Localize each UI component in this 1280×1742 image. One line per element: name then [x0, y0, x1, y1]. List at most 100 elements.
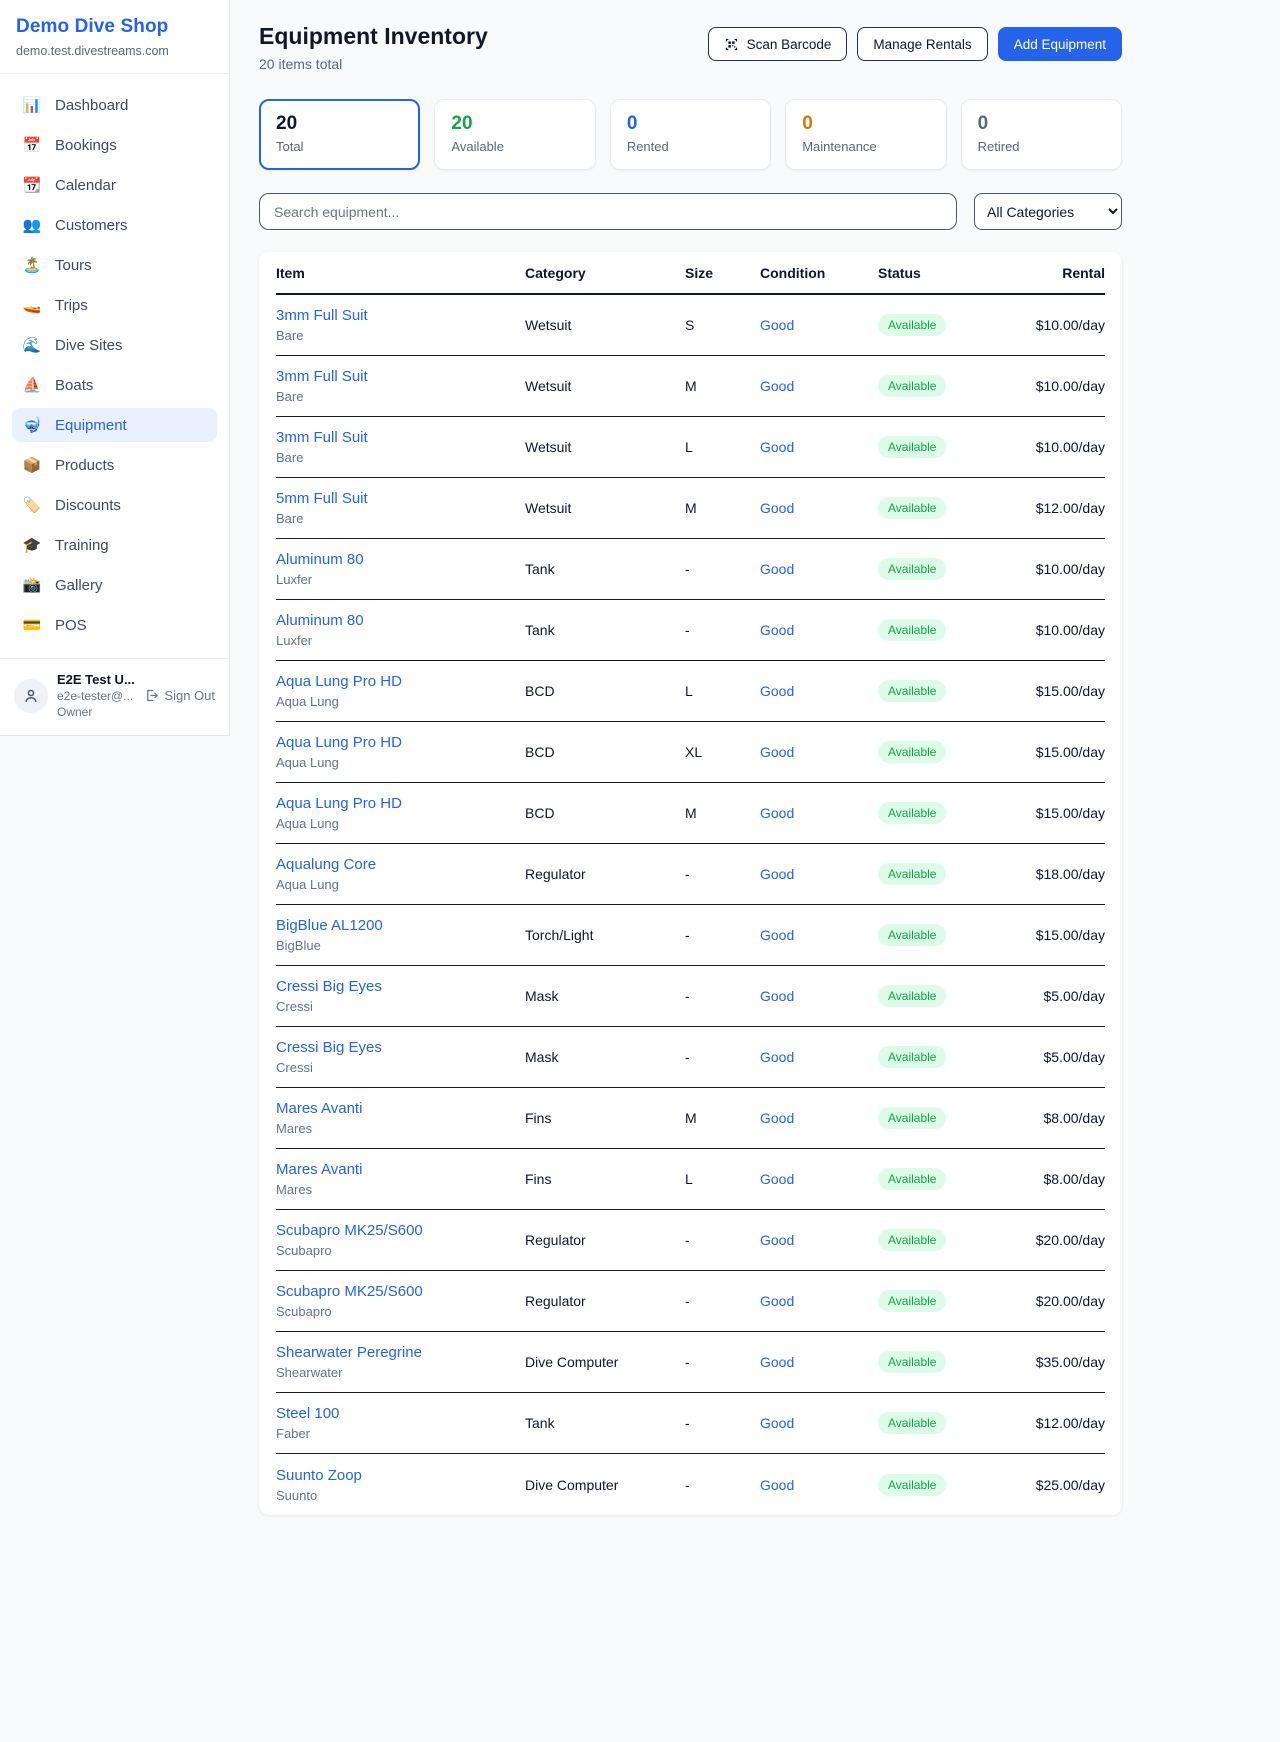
sidebar-item-trips[interactable]: 🚤 Trips — [12, 288, 217, 322]
sidebar-item-products[interactable]: 📦Products — [12, 448, 217, 482]
rental-price: $8.00/day — [1019, 1110, 1105, 1126]
scan-barcode-button[interactable]: Scan Barcode — [708, 27, 848, 61]
sidebar-item-discounts[interactable]: 🏷️Discounts — [12, 488, 217, 522]
item-cell: Scubapro MK25/S600Scubapro — [276, 1222, 525, 1258]
item-name-link[interactable]: Aqualung Core — [276, 856, 525, 873]
size-cell: - — [685, 1049, 760, 1065]
condition-link[interactable]: Good — [760, 988, 878, 1004]
item-name-link[interactable]: Suunto Zoop — [276, 1467, 525, 1484]
status-badge: Available — [878, 375, 946, 397]
condition-link[interactable]: Good — [760, 439, 878, 455]
sidebar-item-boats[interactable]: ⛵Boats — [12, 368, 217, 402]
tear-off-calendar-icon: 📆 — [22, 176, 42, 194]
sidebar-item-label: Dashboard — [55, 97, 128, 114]
item-name-link[interactable]: Cressi Big Eyes — [276, 978, 525, 995]
stat-card-retired[interactable]: 0Retired — [961, 99, 1122, 170]
stat-card-rented[interactable]: 0Rented — [610, 99, 771, 170]
condition-link[interactable]: Good — [760, 683, 878, 699]
condition-link[interactable]: Good — [760, 500, 878, 516]
table-row: 3mm Full SuitBareWetsuitLGoodAvailable$1… — [276, 417, 1105, 478]
sidebar-item-equipment[interactable]: 🤿Equipment — [12, 408, 217, 442]
item-name-link[interactable]: Scubapro MK25/S600 — [276, 1222, 525, 1239]
condition-link[interactable]: Good — [760, 1477, 878, 1493]
sidebar-item-training[interactable]: 🎓Training — [12, 528, 217, 562]
condition-link[interactable]: Good — [760, 866, 878, 882]
stat-label: Rented — [627, 139, 754, 154]
user-name: E2E Test U... — [57, 672, 135, 687]
speedboat-icon: 🚤 — [22, 296, 42, 314]
condition-link[interactable]: Good — [760, 622, 878, 638]
user-info: E2E Test U... e2e-tester@... Owner — [57, 672, 135, 719]
item-brand: Shearwater — [276, 1365, 525, 1380]
add-equipment-button[interactable]: Add Equipment — [998, 27, 1122, 61]
sidebar-item-label: Bookings — [55, 137, 117, 154]
condition-link[interactable]: Good — [760, 805, 878, 821]
item-name-link[interactable]: BigBlue AL1200 — [276, 917, 525, 934]
manage-rentals-button[interactable]: Manage Rentals — [857, 27, 987, 61]
condition-link[interactable]: Good — [760, 1110, 878, 1126]
item-name-link[interactable]: Scubapro MK25/S600 — [276, 1283, 525, 1300]
item-name-link[interactable]: Aluminum 80 — [276, 612, 525, 629]
category-select[interactable]: All Categories — [974, 193, 1122, 230]
stat-card-total[interactable]: 20Total — [259, 99, 420, 170]
status-badge: Available — [878, 1290, 946, 1312]
condition-link[interactable]: Good — [760, 1049, 878, 1065]
sidebar-item-bookings[interactable]: 📅Bookings — [12, 128, 217, 162]
item-name-link[interactable]: Mares Avanti — [276, 1100, 525, 1117]
stat-value: 20 — [451, 113, 578, 135]
item-name-link[interactable]: 3mm Full Suit — [276, 307, 525, 324]
stat-card-maintenance[interactable]: 0Maintenance — [785, 99, 946, 170]
table-row: Suunto ZoopSuuntoDive Computer-GoodAvail… — [276, 1454, 1105, 1515]
condition-link[interactable]: Good — [760, 317, 878, 333]
item-cell: Aqua Lung Pro HDAqua Lung — [276, 734, 525, 770]
sidebar-item-customers[interactable]: 👥Customers — [12, 208, 217, 242]
condition-link[interactable]: Good — [760, 378, 878, 394]
sign-out-label: Sign Out — [164, 688, 215, 703]
item-name-link[interactable]: Mares Avanti — [276, 1161, 525, 1178]
condition-link[interactable]: Good — [760, 1415, 878, 1431]
condition-link[interactable]: Good — [760, 561, 878, 577]
status-cell: Available — [878, 1107, 1019, 1129]
rental-price: $15.00/day — [1019, 805, 1105, 821]
category-cell: BCD — [525, 683, 685, 699]
sidebar-item-pos[interactable]: 💳POS — [12, 608, 217, 642]
item-name-link[interactable]: Shearwater Peregrine — [276, 1344, 525, 1361]
status-badge: Available — [878, 680, 946, 702]
item-cell: Mares AvantiMares — [276, 1161, 525, 1197]
stat-value: 0 — [802, 113, 929, 135]
item-name-link[interactable]: 3mm Full Suit — [276, 368, 525, 385]
condition-link[interactable]: Good — [760, 1293, 878, 1309]
brand-name[interactable]: Demo Dive Shop — [16, 16, 213, 38]
item-brand: BigBlue — [276, 938, 525, 953]
item-name-link[interactable]: Aqua Lung Pro HD — [276, 673, 525, 690]
sidebar-item-gallery[interactable]: 📸Gallery — [12, 568, 217, 602]
sidebar-item-label: Trips — [55, 297, 88, 314]
item-name-link[interactable]: Aqua Lung Pro HD — [276, 734, 525, 751]
item-name-link[interactable]: Aqua Lung Pro HD — [276, 795, 525, 812]
table-row: Mares AvantiMaresFinsMGoodAvailable$8.00… — [276, 1088, 1105, 1149]
stats-row: 20Total20Available0Rented0Maintenance0Re… — [259, 99, 1122, 170]
item-name-link[interactable]: 5mm Full Suit — [276, 490, 525, 507]
size-cell: - — [685, 1477, 760, 1493]
condition-link[interactable]: Good — [760, 744, 878, 760]
sidebar-item-label: Customers — [55, 217, 128, 234]
sidebar-item-dive-sites[interactable]: 🌊Dive Sites — [12, 328, 217, 362]
category-cell: Mask — [525, 988, 685, 1004]
item-name-link[interactable]: Cressi Big Eyes — [276, 1039, 525, 1056]
search-input[interactable] — [259, 193, 957, 230]
item-name-link[interactable]: Aluminum 80 — [276, 551, 525, 568]
item-name-link[interactable]: 3mm Full Suit — [276, 429, 525, 446]
condition-link[interactable]: Good — [760, 927, 878, 943]
sidebar-item-dashboard[interactable]: 📊Dashboard — [12, 88, 217, 122]
stat-card-available[interactable]: 20Available — [434, 99, 595, 170]
sign-out-button[interactable]: Sign Out — [144, 688, 215, 703]
category-cell: Mask — [525, 1049, 685, 1065]
condition-link[interactable]: Good — [760, 1232, 878, 1248]
item-name-link[interactable]: Steel 100 — [276, 1405, 525, 1422]
condition-link[interactable]: Good — [760, 1354, 878, 1370]
sidebar-item-calendar[interactable]: 📆Calendar — [12, 168, 217, 202]
label-tag-icon: 🏷️ — [22, 496, 42, 514]
condition-link[interactable]: Good — [760, 1171, 878, 1187]
sidebar-item-tours[interactable]: 🏝️Tours — [12, 248, 217, 282]
category-cell: Tank — [525, 1415, 685, 1431]
